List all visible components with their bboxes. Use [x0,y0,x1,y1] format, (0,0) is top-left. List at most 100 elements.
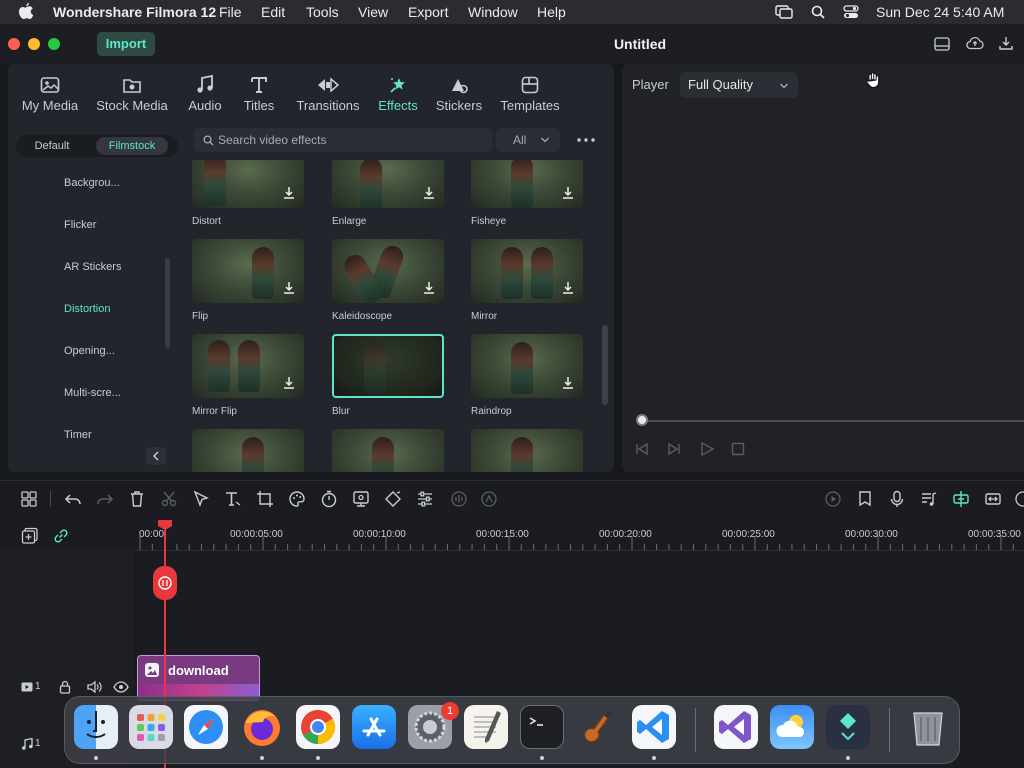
adjust-sliders-icon[interactable] [416,490,434,508]
menu-clock[interactable]: Sun Dec 24 5:40 AM [876,4,1004,20]
download-icon[interactable] [282,281,296,295]
effect-thumbnail[interactable] [471,334,583,398]
link-icon[interactable] [52,527,70,545]
effect-thumbnail[interactable] [192,160,304,208]
keyframe-icon[interactable] [384,490,402,508]
render-preview-icon[interactable] [824,490,842,508]
select-cursor-icon[interactable] [192,490,210,508]
microphone-icon[interactable] [888,490,906,508]
download-icon[interactable] [282,376,296,390]
weather-app-icon[interactable] [770,705,814,749]
effect-thumbnail-selected[interactable] [332,334,444,398]
firefox-app-icon[interactable] [240,705,284,749]
effects-filter-dropdown[interactable]: All [496,128,560,152]
add-track-icon[interactable] [21,527,39,545]
category-item[interactable]: Timer [64,429,92,441]
layout-grid-icon[interactable] [20,490,38,508]
filmora-app-icon[interactable] [826,705,870,749]
menu-edit[interactable]: Edit [261,4,285,20]
cloud-upload-icon[interactable] [966,36,984,50]
category-item[interactable]: Flicker [64,219,96,231]
more-options-button[interactable] [574,130,598,150]
zoom-out-icon[interactable] [1014,490,1024,508]
sidebar-scrollbar[interactable] [165,258,170,348]
undo-icon[interactable] [64,490,82,508]
trash-app-icon[interactable] [906,705,950,749]
effect-thumbnail[interactable] [471,429,583,472]
category-item[interactable]: Multi-scre... [64,387,121,399]
control-center-icon[interactable] [843,5,859,19]
text-tool-icon[interactable] [224,490,242,508]
effect-thumbnail[interactable] [192,429,304,472]
safari-app-icon[interactable] [184,705,228,749]
terminal-app-icon[interactable] [520,705,564,749]
menu-help[interactable]: Help [537,4,566,20]
layout-icon[interactable] [934,37,950,51]
menu-window[interactable]: Window [468,4,518,20]
speaker-icon[interactable] [86,680,102,694]
menu-view[interactable]: View [358,4,388,20]
garageband-app-icon[interactable] [576,705,620,749]
crop-icon[interactable] [256,490,274,508]
vscode-app-icon[interactable] [632,705,676,749]
launchpad-app-icon[interactable] [129,705,173,749]
redo-icon[interactable] [96,490,114,508]
menu-export[interactable]: Export [408,4,448,20]
category-item[interactable]: Backgrou... [64,177,120,189]
category-item-active[interactable]: Distortion [64,303,110,315]
effect-thumbnail[interactable] [332,160,444,208]
delete-icon[interactable] [128,490,146,508]
category-item[interactable]: AR Stickers [64,261,121,273]
previous-frame-icon[interactable] [634,441,650,457]
finder-app-icon[interactable] [74,705,118,749]
lock-icon[interactable] [58,680,72,694]
speed-timer-icon[interactable] [320,490,338,508]
music-note-list-icon[interactable] [920,490,938,508]
download-icon[interactable] [422,281,436,295]
stop-icon[interactable] [730,441,746,457]
app-menu[interactable]: Wondershare Filmora 12 [53,4,216,20]
zoom-window-button[interactable] [48,38,60,50]
auto-sync-icon[interactable] [480,490,498,508]
audio-wave-icon[interactable] [450,490,468,508]
effect-thumbnail[interactable] [332,239,444,303]
textedit-app-icon[interactable] [464,705,508,749]
playhead-grip[interactable] [153,566,177,600]
image-export-icon[interactable] [352,490,370,508]
tab-stock-media[interactable]: Stock Media [92,72,172,113]
player-progress-bar[interactable] [642,420,1024,422]
app-store-app-icon[interactable] [352,705,396,749]
import-button[interactable]: Import [97,32,155,56]
eye-icon[interactable] [113,681,129,693]
next-frame-icon[interactable] [666,441,682,457]
download-icon[interactable] [422,186,436,200]
download-icon[interactable] [282,186,296,200]
download-icon[interactable] [561,376,575,390]
category-item[interactable]: Opening... [64,345,115,357]
effect-thumbnail[interactable] [192,239,304,303]
screen-mirror-icon[interactable] [775,5,793,19]
menu-tools[interactable]: Tools [306,4,339,20]
collapse-sidebar-button[interactable] [146,447,166,465]
download-icon[interactable] [561,281,575,295]
effect-thumbnail[interactable] [471,239,583,303]
spotlight-search-icon[interactable] [811,5,825,19]
download-icon[interactable] [561,186,575,200]
apple-icon[interactable] [18,2,34,20]
effect-thumbnail[interactable] [471,160,583,208]
snap-magnet-icon[interactable] [952,490,970,508]
tab-effects[interactable]: Effects [372,72,424,113]
tab-stickers[interactable]: Stickers [430,72,488,113]
chrome-app-icon[interactable] [296,705,340,749]
menu-file[interactable]: File [219,4,242,20]
tab-templates[interactable]: Templates [496,72,564,113]
export-download-icon[interactable] [998,35,1014,51]
effects-scrollbar[interactable] [602,325,608,405]
video-clip[interactable]: download [137,655,260,701]
tab-transitions[interactable]: Transitions [290,72,366,113]
tab-audio[interactable]: Audio [180,72,230,113]
play-icon[interactable] [699,441,715,457]
effect-thumbnail[interactable] [332,429,444,472]
tab-titles[interactable]: Titles [236,72,282,113]
effect-thumbnail[interactable] [192,334,304,398]
